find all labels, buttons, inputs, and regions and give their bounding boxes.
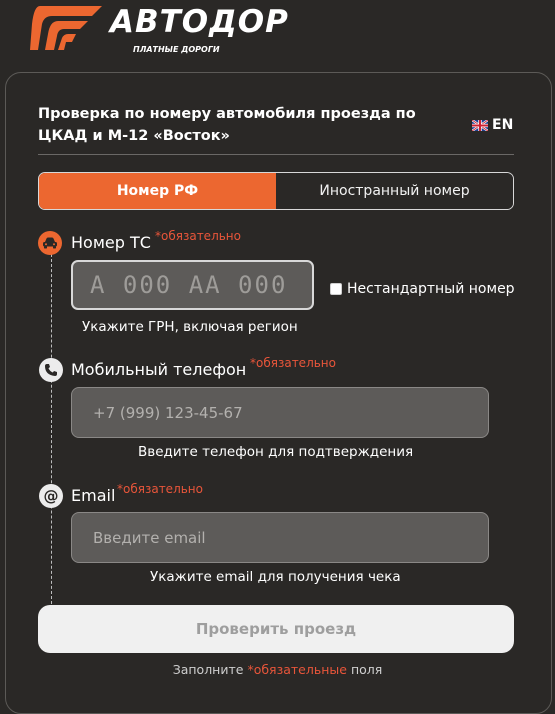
tab-russian-plate[interactable]: Номер РФ xyxy=(39,173,276,209)
steps-connector-line xyxy=(51,254,52,604)
note-text-after: поля xyxy=(350,662,383,677)
email-input[interactable]: Введите email xyxy=(71,512,489,563)
nonstandard-plate-checkbox[interactable] xyxy=(330,283,342,295)
phone-required-mark: *обязательно xyxy=(250,356,336,370)
phone-hint: Введите телефон для подтверждения xyxy=(138,444,414,460)
brand-tagline: ПЛАТНЫЕ ДОРОГИ xyxy=(133,45,220,54)
autodor-logo[interactable]: АВТОДОР ПЛАТНЫЕ ДОРОГИ xyxy=(30,4,310,56)
check-trip-button[interactable]: Проверить проезд xyxy=(38,605,514,653)
car-icon xyxy=(38,231,62,255)
note-required-word: *обязательные xyxy=(247,662,347,677)
language-switcher[interactable]: EN xyxy=(472,117,513,133)
title-divider xyxy=(38,154,514,155)
email-required-mark: *обязательно xyxy=(117,482,203,496)
nonstandard-plate-label: Нестандартный номер xyxy=(347,281,515,297)
vehicle-number-label: Номер ТС xyxy=(71,233,151,252)
phone-icon xyxy=(39,358,63,382)
vehicle-hint: Укажите ГРН, включая регион xyxy=(82,319,298,335)
plate-type-tabs: Номер РФ Иностранный номер xyxy=(38,172,514,210)
tab-foreign-plate[interactable]: Иностранный номер xyxy=(276,173,513,209)
uk-flag-icon xyxy=(472,119,488,131)
brand-name: АВТОДОР xyxy=(110,4,289,40)
phone-input[interactable]: +7 (999) 123-45-67 xyxy=(71,387,489,438)
form-title: Проверка по номеру автомобиля проезда по… xyxy=(38,106,416,144)
vehicle-required-mark: *обязательно xyxy=(155,229,241,243)
road-logo-icon xyxy=(30,6,102,50)
language-label: EN xyxy=(492,117,514,133)
note-text-before: Заполните xyxy=(172,662,244,677)
phone-label: Мобильный телефон xyxy=(71,360,247,379)
email-label: Email xyxy=(71,486,116,505)
required-fields-note: Заполните *обязательные поля xyxy=(0,662,555,677)
at-icon: @ xyxy=(39,484,63,508)
email-hint: Укажите email для получения чека xyxy=(150,569,401,585)
nonstandard-plate-option[interactable]: Нестандартный номер xyxy=(330,281,515,297)
plate-number-input[interactable]: A 000 AA 000 xyxy=(71,260,314,310)
